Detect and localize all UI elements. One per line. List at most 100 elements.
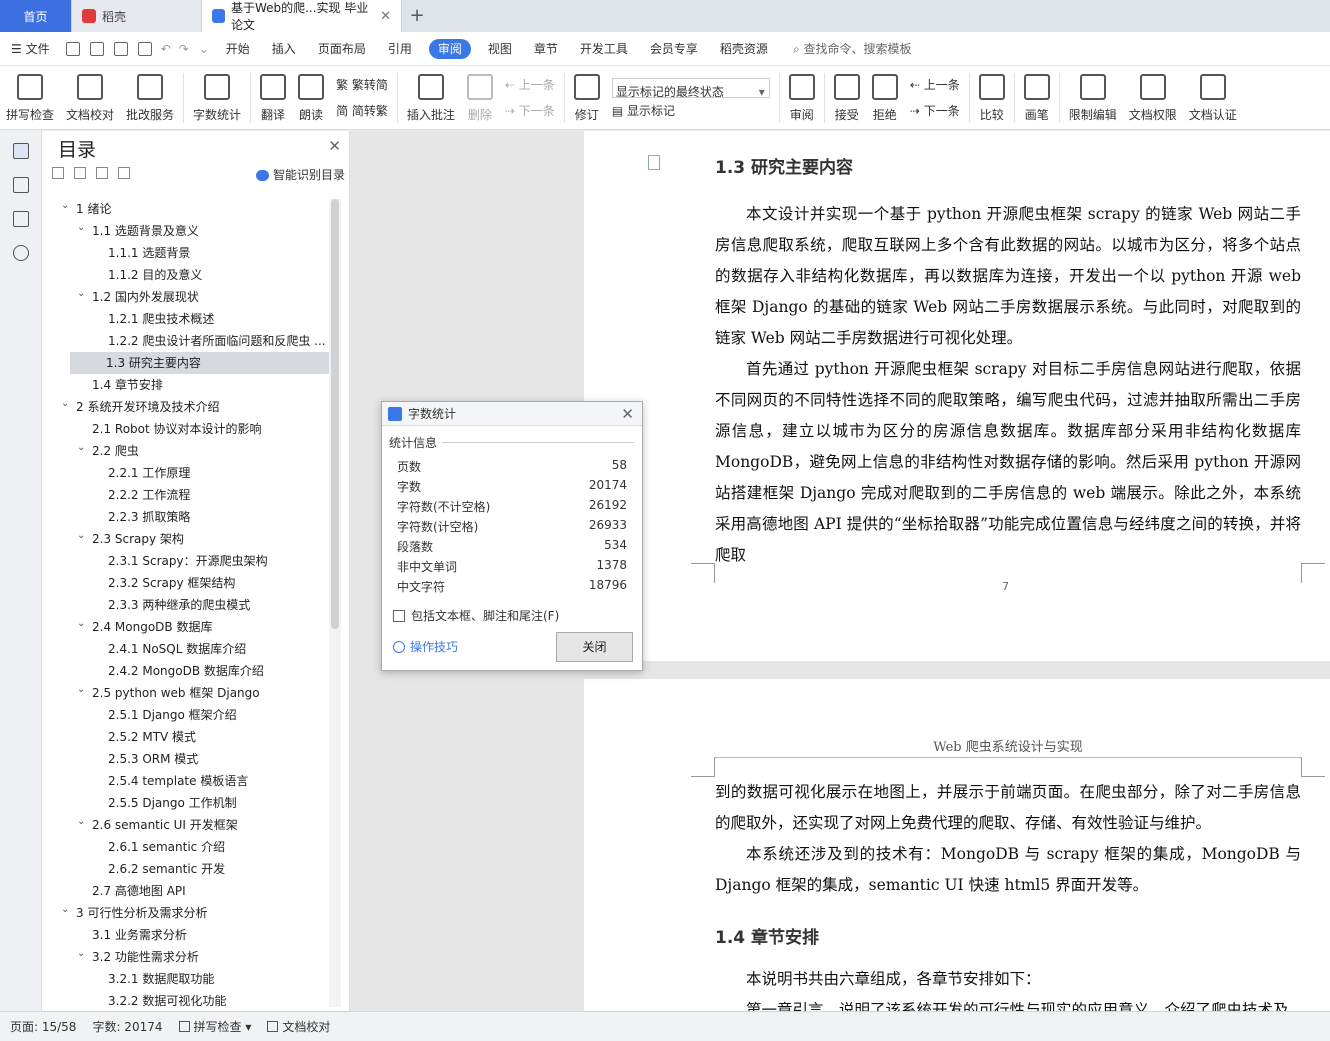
toc-item[interactable]: 2.5.3 ORM 模式 [42, 748, 332, 770]
toc-item[interactable]: ⌄ 1 绪论 [42, 198, 332, 220]
redo-icon[interactable]: ↷ [175, 32, 193, 66]
toc-item[interactable]: 2.3.3 两种继承的爬虫模式 [42, 594, 332, 616]
menu-tab-8[interactable]: 会员专享 [639, 32, 709, 66]
reject-button[interactable]: 拒绝 [866, 66, 904, 130]
bookmark-icon[interactable] [12, 211, 29, 227]
chevron-down-icon[interactable]: ⌄ [77, 682, 85, 701]
close-icon[interactable]: ✕ [328, 137, 341, 155]
toc-item[interactable]: 2.7 高德地图 API [42, 880, 332, 902]
toc-item[interactable]: ⌄ 2.3 Scrapy 架构 [42, 528, 332, 550]
toc-scrollbar-thumb[interactable] [331, 199, 339, 629]
toc-item[interactable]: 1.1.1 选题背景 [42, 242, 332, 264]
preview-icon[interactable] [137, 41, 152, 56]
chevron-down-icon[interactable]: ⌄ [61, 198, 69, 217]
toc-item[interactable]: 2.2.2 工作流程 [42, 484, 332, 506]
toc-item[interactable]: ⌄ 3.2 功能性需求分析 [42, 946, 332, 968]
toc-item[interactable]: 2.3.2 Scrapy 框架结构 [42, 572, 332, 594]
toc-item[interactable]: 2.5.2 MTV 模式 [42, 726, 332, 748]
proof-status[interactable]: 文档校对 [267, 1018, 330, 1035]
toc-item[interactable]: ⌄ 2.5 python web 框架 Django [42, 682, 332, 704]
undo-icon[interactable]: ↶ [157, 32, 175, 66]
new-tab-button[interactable]: + [402, 0, 432, 32]
tab-home[interactable]: 首页 [0, 0, 72, 32]
command-search[interactable]: ⌕ 查找命令、搜索模板 [793, 40, 912, 57]
toc-item[interactable]: ⌄ 2 系统开发环境及技术介绍 [42, 396, 332, 418]
toc-item[interactable]: 2.3.1 Scrapy：开源爬虫架构 [42, 550, 332, 572]
page-indicator[interactable]: 页面: 15/58 [10, 1018, 76, 1035]
paragraph-menu-icon[interactable] [648, 155, 660, 170]
file-menu[interactable]: ☰ 文件 [0, 32, 61, 66]
close-button[interactable]: 关闭 [556, 632, 633, 662]
prev-comment-button[interactable]: ⇠ 上一条 [505, 72, 555, 98]
toc-item[interactable]: 2.1 Robot 协议对本设计的影响 [42, 418, 332, 440]
insert-comment-button[interactable]: 插入批注 [401, 66, 461, 130]
toc-item[interactable]: 2.6.2 semantic 开发 [42, 858, 332, 880]
toc-item[interactable]: ⌄ 1.1 选题背景及意义 [42, 220, 332, 242]
toc-item[interactable]: 2.5.5 Django 工作机制 [42, 792, 332, 814]
chevron-down-icon[interactable]: ⌄ [77, 814, 85, 833]
toc-item[interactable]: 2.2.3 抓取策略 [42, 506, 332, 528]
collapse-all-icon[interactable] [52, 167, 64, 179]
wordcount-button[interactable]: 字数统计 [187, 66, 247, 130]
markup-state-select[interactable]: 显示标记的最终状态 [611, 77, 770, 105]
nav-pane-icon[interactable] [12, 177, 29, 193]
add-heading-icon[interactable] [96, 167, 108, 179]
toc-item[interactable]: ⌄ 1.2 国内外发展现状 [42, 286, 332, 308]
compare-button[interactable]: 比较 [973, 66, 1011, 130]
chevron-down-icon[interactable]: ⌄ [61, 396, 69, 415]
simp-to-trad-button[interactable]: 简 简转繁 [336, 98, 388, 124]
toc-item[interactable]: 1.2.2 爬虫设计者所面临问题和反爬虫 ... [42, 330, 332, 352]
toc-item[interactable]: ⌄ 2.4 MongoDB 数据库 [42, 616, 332, 638]
chevron-down-icon[interactable]: ⌄ [77, 528, 85, 547]
save-icon[interactable] [65, 41, 80, 56]
menu-tab-9[interactable]: 稻壳资源 [709, 32, 779, 66]
chevron-down-icon[interactable]: ⌄ [77, 616, 85, 635]
toc-item[interactable]: 2.5.4 template 模板语言 [42, 770, 332, 792]
expand-up-icon[interactable] [74, 167, 86, 179]
toc-item[interactable]: ⌄ 2.2 爬虫 [42, 440, 332, 462]
tips-link[interactable]: 操作技巧 [393, 638, 458, 655]
doccheck-button[interactable]: 文档校对 [60, 66, 120, 130]
menu-tab-4[interactable]: 审阅 [428, 38, 471, 59]
menu-tab-0[interactable]: 开始 [215, 32, 261, 66]
toc-item[interactable]: 1.4 章节安排 [42, 374, 332, 396]
toc-item[interactable]: 1.3 研究主要内容 [70, 352, 332, 374]
prev-revision-button[interactable]: ⇠ 上一条 [910, 72, 960, 98]
menu-tab-6[interactable]: 章节 [523, 32, 569, 66]
toc-pane-icon[interactable] [12, 143, 29, 159]
next-revision-button[interactable]: ⇢ 下一条 [910, 98, 960, 124]
review-pane-button[interactable]: 审阅 [783, 66, 821, 130]
delete-comment-button[interactable]: 删除 [461, 66, 499, 130]
menu-tab-3[interactable]: 引用 [377, 32, 423, 66]
toc-item[interactable]: 1.2.1 爬虫技术概述 [42, 308, 332, 330]
show-markup-button[interactable]: ▤ 显示标记 [612, 98, 770, 124]
read-aloud-button[interactable]: 朗读 [292, 66, 330, 130]
toc-item[interactable]: 2.6.1 semantic 介绍 [42, 836, 332, 858]
close-tab-icon[interactable]: ✕ [380, 9, 391, 24]
spellcheck-status[interactable]: 拼写检查 ▾ [178, 1018, 251, 1035]
menu-tab-7[interactable]: 开发工具 [569, 32, 639, 66]
chevron-down-icon[interactable]: ⌄ [77, 440, 85, 459]
menu-tab-2[interactable]: 页面布局 [307, 32, 377, 66]
menu-tab-5[interactable]: 视图 [477, 32, 523, 66]
tab-document[interactable]: 基于Web的爬...实现 毕业论文 ✕ [202, 0, 402, 32]
restrict-edit-button[interactable]: 限制编辑 [1063, 66, 1123, 130]
toc-item[interactable]: 2.2.1 工作原理 [42, 462, 332, 484]
menu-tab-1[interactable]: 插入 [261, 32, 307, 66]
translate-button[interactable]: 翻译 [254, 66, 292, 130]
toc-item[interactable]: 3.1 业务需求分析 [42, 924, 332, 946]
toc-item[interactable]: 2.4.2 MongoDB 数据库介绍 [42, 660, 332, 682]
chevron-down-icon[interactable]: ⌄ [77, 220, 85, 239]
word-count-indicator[interactable]: 字数: 20174 [92, 1018, 162, 1035]
tab-daoke[interactable]: 稻壳 [72, 0, 202, 32]
chevron-down-icon[interactable]: ⌄ [61, 902, 69, 921]
pen-button[interactable]: 画笔 [1018, 66, 1056, 130]
print-icon[interactable] [113, 41, 128, 56]
chevron-down-icon[interactable]: ⌄ [77, 286, 85, 305]
include-textbox-checkbox[interactable]: 包括文本框、脚注和尾注(F) [393, 607, 559, 624]
dialog-titlebar[interactable]: 字数统计 ✕ [382, 402, 642, 426]
chevron-down-icon[interactable]: ⌄ [77, 946, 85, 965]
toc-item[interactable]: 3.2.1 数据爬取功能 [42, 968, 332, 990]
revise-button[interactable]: 修订 [568, 66, 606, 130]
spellcheck-button[interactable]: 拼写检查 [0, 66, 60, 130]
